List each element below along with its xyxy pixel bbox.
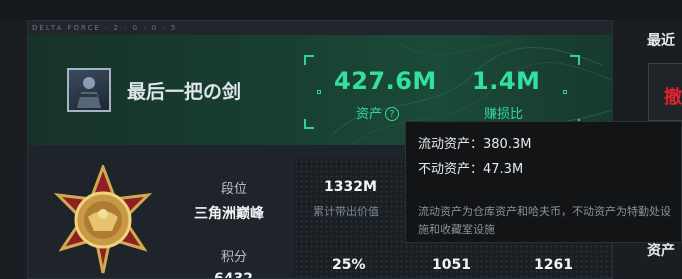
liquid-assets-line: 流动资产：380.3M bbox=[418, 137, 532, 152]
rank-score-label: 积分 bbox=[221, 250, 248, 265]
profit-ratio-label: 赚损比 bbox=[484, 107, 524, 122]
player-avatar[interactable] bbox=[67, 68, 111, 112]
rank-tier-label: 段位 bbox=[221, 182, 248, 197]
extract-badge: 撤 bbox=[664, 87, 682, 108]
soldier-icon bbox=[75, 77, 101, 108]
top-strip bbox=[0, 0, 682, 20]
frame-marker bbox=[563, 90, 567, 94]
recent-section-title: 最近 bbox=[647, 33, 675, 49]
stat-value: 1261 bbox=[534, 257, 573, 273]
profit-ratio-value: 1.4M bbox=[472, 67, 541, 95]
fixed-assets-line: 不动资产：47.3M bbox=[418, 162, 524, 177]
stat-value: 25% bbox=[332, 257, 366, 273]
frame-corner bbox=[304, 55, 314, 65]
stat-value: 1051 bbox=[432, 257, 471, 273]
total-assets-label-text: 资产 bbox=[356, 107, 383, 122]
frame-marker bbox=[317, 90, 321, 94]
brand-strip: DELTA FORCE · 2 · 0 · 0 · 5 bbox=[28, 21, 612, 35]
total-assets-value: 427.6M bbox=[334, 67, 437, 95]
help-icon[interactable]: ? bbox=[385, 107, 400, 121]
tooltip-description: 流动资产为仓库资产和哈夫币，不动资产为特勤处设施和收藏室设施 bbox=[418, 205, 671, 236]
rank-medal-icon bbox=[53, 165, 153, 274]
stat-value: 1332M bbox=[324, 179, 377, 195]
assets-tooltip: 流动资产：380.3M 不动资产：47.3M 流动资产为仓库资产和哈夫币，不动资… bbox=[405, 121, 682, 243]
frame-corner bbox=[304, 119, 314, 129]
stat-label: 累计带出价值 bbox=[313, 205, 379, 218]
frame-corner bbox=[570, 55, 580, 65]
assets-section-title: 资产 bbox=[647, 243, 675, 259]
total-assets-label[interactable]: 资产? bbox=[356, 103, 400, 122]
player-name: 最后一把の剑 bbox=[127, 81, 242, 103]
asset-stat-frame: 427.6M 资产? 1.4M 赚损比 bbox=[304, 55, 580, 129]
rank-score-value: 6432 bbox=[214, 271, 253, 279]
rank-tier-value: 三角洲巅峰 bbox=[194, 206, 264, 222]
